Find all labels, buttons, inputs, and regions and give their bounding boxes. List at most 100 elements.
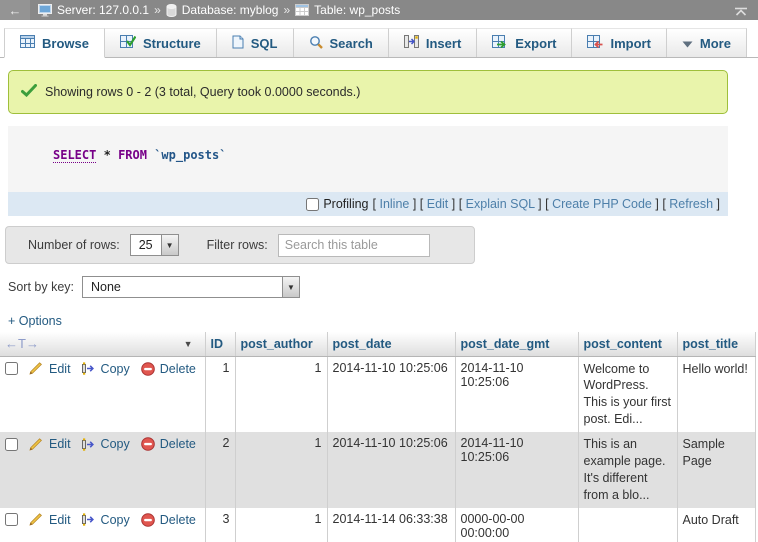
insert-icon — [404, 35, 419, 51]
cell-post-title: Auto Draft — [677, 508, 755, 542]
cell-post-author: 1 — [235, 508, 327, 542]
column-header-post-date-gmt[interactable]: post_date_gmt — [455, 332, 578, 356]
delete-link[interactable]: Delete — [160, 437, 196, 451]
bracket: [ — [659, 197, 669, 211]
chevron-down-icon: ▼ — [161, 235, 178, 255]
rows-filter-bar: Number of rows: 25 ▼ Filter rows: — [5, 226, 475, 264]
options-link[interactable]: + Options — [8, 314, 78, 328]
collapse-panel-icon[interactable] — [734, 5, 748, 19]
sort-key-select[interactable]: None ▼ — [82, 276, 300, 298]
sort-caret-icon[interactable]: ▼ — [184, 339, 193, 349]
sql-icon — [232, 35, 244, 52]
edit-link[interactable]: Edit — [49, 362, 71, 376]
row-checkbox[interactable] — [5, 513, 18, 526]
tab-label: Import — [610, 36, 650, 51]
column-header-post-content[interactable]: post_content — [578, 332, 677, 356]
tab-browse[interactable]: Browse — [4, 28, 105, 58]
rows-per-page-select[interactable]: 25 ▼ — [130, 234, 179, 256]
sql-star: * — [104, 148, 111, 162]
tab-label: SQL — [251, 36, 278, 51]
pencil-icon[interactable] — [29, 438, 44, 451]
status-message: Showing rows 0 - 2 (3 total, Query took … — [8, 70, 728, 114]
create-php-code-link[interactable]: Create PHP Code — [552, 197, 652, 211]
sort-row: Sort by key: None ▼ — [8, 276, 758, 298]
pencil-icon[interactable] — [29, 513, 44, 526]
cell-post-date-gmt: 0000-00-00 00:00:00 — [455, 508, 578, 542]
delete-icon[interactable] — [141, 437, 155, 451]
delete-link[interactable]: Delete — [160, 362, 196, 376]
breadcrumb-item[interactable]: Server: 127.0.0.1 — [57, 3, 149, 17]
copy-icon[interactable] — [82, 438, 96, 451]
table-icon — [20, 35, 35, 51]
table-header-row: ←T→ ▼ ID post_author post_date post_date… — [0, 332, 755, 356]
delete-icon[interactable] — [141, 513, 155, 527]
tab-export[interactable]: Export — [477, 28, 572, 57]
profiling-toggle[interactable]: Profiling — [306, 197, 368, 211]
tab-sql[interactable]: SQL — [217, 28, 294, 57]
row-actions-cell: Edit Copy Delete — [0, 432, 205, 508]
row-checkbox[interactable] — [5, 438, 18, 451]
edit-link[interactable]: Edit — [49, 437, 71, 451]
delete-link[interactable]: Delete — [160, 513, 196, 527]
cell-post-author: 1 — [235, 356, 327, 432]
cell-id: 1 — [205, 356, 235, 432]
copy-icon[interactable] — [82, 362, 96, 375]
sql-keyword-select[interactable]: SELECT — [53, 148, 96, 163]
query-toolbar: Profiling [ Inline ] [ Edit ] [ Explain … — [8, 192, 728, 216]
cell-post-date-gmt: 2014-11-10 10:25:06 — [455, 432, 578, 508]
cell-post-date: 2014-11-14 06:33:38 — [327, 508, 455, 542]
export-icon — [492, 35, 508, 51]
cell-post-date-gmt: 2014-11-10 10:25:06 — [455, 356, 578, 432]
database-icon — [166, 4, 177, 17]
refresh-link[interactable]: Refresh — [669, 197, 713, 211]
cell-post-title: Sample Page — [677, 432, 755, 508]
search-icon — [309, 35, 323, 52]
tab-more[interactable]: More — [667, 28, 747, 57]
breadcrumb-bar: ← Server: 127.0.0.1»Database: myblog»Tab… — [0, 0, 758, 20]
tab-search[interactable]: Search — [294, 28, 389, 57]
explain-sql-link[interactable]: Explain SQL — [466, 197, 535, 211]
filter-label: Filter rows: — [207, 238, 268, 252]
table-row: EditCopyDelete112014-11-10 10:25:062014-… — [0, 356, 755, 432]
bracket: [ — [542, 197, 552, 211]
results-table: ←T→ ▼ ID post_author post_date post_date… — [0, 332, 756, 542]
breadcrumb-item[interactable]: Table: wp_posts — [314, 3, 400, 17]
copy-icon[interactable] — [82, 513, 96, 526]
column-header-post-title[interactable]: post_title — [677, 332, 755, 356]
bracket: [ — [416, 197, 426, 211]
back-arrow-button[interactable]: ← — [0, 0, 30, 20]
pencil-icon[interactable] — [29, 362, 44, 375]
chevron-down-icon: ▼ — [282, 277, 299, 297]
status-text: Showing rows 0 - 2 (3 total, Query took … — [45, 85, 360, 99]
breadcrumb-item[interactable]: Database: myblog — [182, 3, 279, 17]
copy-link[interactable]: Copy — [101, 362, 130, 376]
filter-input[interactable] — [278, 234, 430, 257]
delete-icon[interactable] — [141, 362, 155, 376]
column-header-post-author[interactable]: post_author — [235, 332, 327, 356]
table-row: EditCopyDelete212014-11-10 10:25:062014-… — [0, 432, 755, 508]
tab-insert[interactable]: Insert — [389, 28, 477, 57]
tab-label: Structure — [143, 36, 201, 51]
edit-link[interactable]: Edit — [427, 197, 449, 211]
bracket: ] — [713, 197, 720, 211]
bracket: [ — [455, 197, 465, 211]
row-checkbox[interactable] — [5, 362, 18, 375]
column-drag-marker[interactable]: ←T→ ▼ — [0, 332, 205, 356]
inline-link[interactable]: Inline — [379, 197, 409, 211]
tab-label: Search — [330, 36, 373, 51]
tab-import[interactable]: Import — [572, 28, 666, 57]
profiling-label: Profiling — [323, 197, 368, 211]
cell-post-author: 1 — [235, 432, 327, 508]
breadcrumb-separator: » — [154, 3, 161, 17]
copy-link[interactable]: Copy — [101, 437, 130, 451]
profiling-checkbox[interactable] — [306, 198, 319, 211]
column-header-id[interactable]: ID — [205, 332, 235, 356]
copy-link[interactable]: Copy — [101, 513, 130, 527]
tab-structure[interactable]: Structure — [105, 28, 217, 57]
row-actions-cell: Edit Copy Delete — [0, 356, 205, 432]
structure-icon — [120, 35, 136, 51]
query-links: [ Inline ] [ Edit ] [ Explain SQL ] [ Cr… — [373, 197, 720, 211]
bracket: ] — [652, 197, 659, 211]
column-header-post-date[interactable]: post_date — [327, 332, 455, 356]
edit-link[interactable]: Edit — [49, 513, 71, 527]
